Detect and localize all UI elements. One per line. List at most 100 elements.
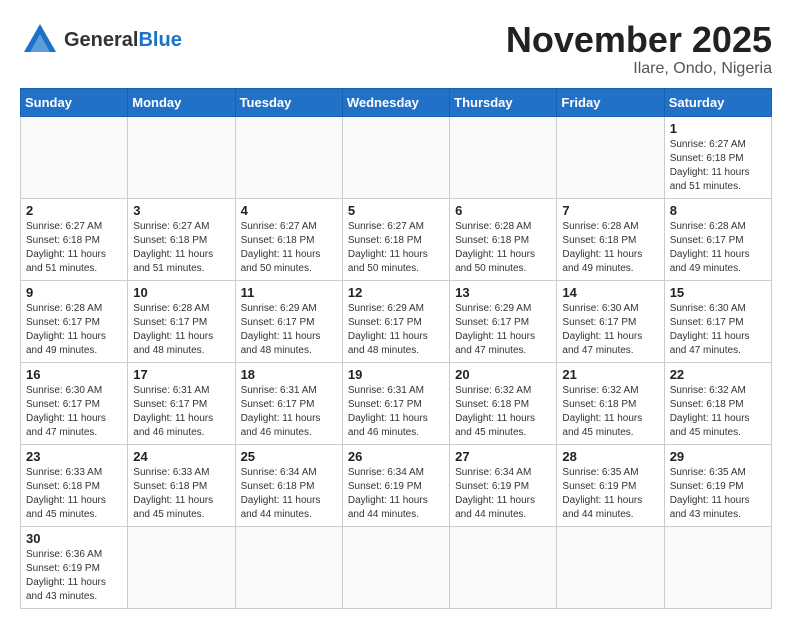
sunset-label: Sunset: 6:18 PM — [348, 235, 422, 246]
sunset-label: Sunset: 6:18 PM — [241, 235, 315, 246]
day-number: 28 — [562, 449, 658, 464]
day-number: 9 — [26, 285, 122, 300]
sunset-label: Sunset: 6:19 PM — [26, 563, 100, 574]
page-header: GeneralBlue November 2025 Ilare, Ondo, N… — [20, 20, 772, 78]
calendar-cell: 9 Sunrise: 6:28 AM Sunset: 6:17 PM Dayli… — [21, 280, 128, 362]
sunrise-label: Sunrise: 6:32 AM — [670, 385, 746, 396]
calendar-table: SundayMondayTuesdayWednesdayThursdayFrid… — [20, 88, 772, 609]
day-number: 14 — [562, 285, 658, 300]
sunset-label: Sunset: 6:18 PM — [455, 235, 529, 246]
day-info: Sunrise: 6:31 AM Sunset: 6:17 PM Dayligh… — [348, 384, 444, 440]
calendar-cell: 16 Sunrise: 6:30 AM Sunset: 6:17 PM Dayl… — [21, 362, 128, 444]
calendar-cell — [557, 116, 664, 198]
daylight-label: Daylight: 11 hours and 46 minutes. — [133, 413, 213, 438]
day-number: 16 — [26, 367, 122, 382]
sunset-label: Sunset: 6:17 PM — [133, 399, 207, 410]
daylight-label: Daylight: 11 hours and 49 minutes. — [562, 249, 642, 274]
day-number: 17 — [133, 367, 229, 382]
calendar-cell: 22 Sunrise: 6:32 AM Sunset: 6:18 PM Dayl… — [664, 362, 771, 444]
calendar-cell: 14 Sunrise: 6:30 AM Sunset: 6:17 PM Dayl… — [557, 280, 664, 362]
day-number: 12 — [348, 285, 444, 300]
sunrise-label: Sunrise: 6:28 AM — [562, 221, 638, 232]
sunrise-label: Sunrise: 6:35 AM — [562, 467, 638, 478]
daylight-label: Daylight: 11 hours and 45 minutes. — [562, 413, 642, 438]
day-info: Sunrise: 6:30 AM Sunset: 6:17 PM Dayligh… — [670, 302, 766, 358]
calendar-week-row: 30 Sunrise: 6:36 AM Sunset: 6:19 PM Dayl… — [21, 526, 772, 608]
calendar-cell — [235, 526, 342, 608]
weekday-header-thursday: Thursday — [450, 88, 557, 116]
calendar-cell: 17 Sunrise: 6:31 AM Sunset: 6:17 PM Dayl… — [128, 362, 235, 444]
location: Ilare, Ondo, Nigeria — [506, 60, 772, 78]
day-number: 22 — [670, 367, 766, 382]
day-info: Sunrise: 6:30 AM Sunset: 6:17 PM Dayligh… — [562, 302, 658, 358]
daylight-label: Daylight: 11 hours and 47 minutes. — [26, 413, 106, 438]
calendar-week-row: 23 Sunrise: 6:33 AM Sunset: 6:18 PM Dayl… — [21, 444, 772, 526]
day-number: 15 — [670, 285, 766, 300]
calendar-cell — [21, 116, 128, 198]
calendar-cell: 8 Sunrise: 6:28 AM Sunset: 6:17 PM Dayli… — [664, 198, 771, 280]
day-number: 1 — [670, 121, 766, 136]
calendar-cell: 6 Sunrise: 6:28 AM Sunset: 6:18 PM Dayli… — [450, 198, 557, 280]
day-info: Sunrise: 6:33 AM Sunset: 6:18 PM Dayligh… — [133, 466, 229, 522]
day-info: Sunrise: 6:30 AM Sunset: 6:17 PM Dayligh… — [26, 384, 122, 440]
sunrise-label: Sunrise: 6:29 AM — [455, 303, 531, 314]
calendar-cell: 10 Sunrise: 6:28 AM Sunset: 6:17 PM Dayl… — [128, 280, 235, 362]
sunset-label: Sunset: 6:18 PM — [562, 399, 636, 410]
day-info: Sunrise: 6:28 AM Sunset: 6:17 PM Dayligh… — [26, 302, 122, 358]
calendar-cell: 23 Sunrise: 6:33 AM Sunset: 6:18 PM Dayl… — [21, 444, 128, 526]
calendar-cell: 3 Sunrise: 6:27 AM Sunset: 6:18 PM Dayli… — [128, 198, 235, 280]
sunset-label: Sunset: 6:18 PM — [133, 481, 207, 492]
calendar-cell: 13 Sunrise: 6:29 AM Sunset: 6:17 PM Dayl… — [450, 280, 557, 362]
sunset-label: Sunset: 6:18 PM — [562, 235, 636, 246]
title-block: November 2025 Ilare, Ondo, Nigeria — [506, 20, 772, 78]
daylight-label: Daylight: 11 hours and 51 minutes. — [26, 249, 106, 274]
sunset-label: Sunset: 6:17 PM — [562, 317, 636, 328]
sunrise-label: Sunrise: 6:33 AM — [133, 467, 209, 478]
logo-icon — [20, 20, 60, 60]
sunrise-label: Sunrise: 6:28 AM — [133, 303, 209, 314]
sunset-label: Sunset: 6:19 PM — [455, 481, 529, 492]
daylight-label: Daylight: 11 hours and 49 minutes. — [670, 249, 750, 274]
calendar-cell: 28 Sunrise: 6:35 AM Sunset: 6:19 PM Dayl… — [557, 444, 664, 526]
daylight-label: Daylight: 11 hours and 45 minutes. — [455, 413, 535, 438]
day-info: Sunrise: 6:35 AM Sunset: 6:19 PM Dayligh… — [562, 466, 658, 522]
day-number: 7 — [562, 203, 658, 218]
sunrise-label: Sunrise: 6:35 AM — [670, 467, 746, 478]
sunrise-label: Sunrise: 6:30 AM — [670, 303, 746, 314]
day-info: Sunrise: 6:29 AM Sunset: 6:17 PM Dayligh… — [455, 302, 551, 358]
daylight-label: Daylight: 11 hours and 48 minutes. — [348, 331, 428, 356]
day-info: Sunrise: 6:34 AM Sunset: 6:18 PM Dayligh… — [241, 466, 337, 522]
calendar-cell — [128, 526, 235, 608]
weekday-header-tuesday: Tuesday — [235, 88, 342, 116]
daylight-label: Daylight: 11 hours and 45 minutes. — [26, 495, 106, 520]
calendar-cell — [450, 526, 557, 608]
sunset-label: Sunset: 6:17 PM — [241, 317, 315, 328]
day-number: 27 — [455, 449, 551, 464]
daylight-label: Daylight: 11 hours and 43 minutes. — [670, 495, 750, 520]
day-number: 5 — [348, 203, 444, 218]
day-number: 6 — [455, 203, 551, 218]
daylight-label: Daylight: 11 hours and 44 minutes. — [241, 495, 321, 520]
day-info: Sunrise: 6:32 AM Sunset: 6:18 PM Dayligh… — [455, 384, 551, 440]
calendar-cell — [235, 116, 342, 198]
sunrise-label: Sunrise: 6:32 AM — [562, 385, 638, 396]
sunrise-label: Sunrise: 6:31 AM — [241, 385, 317, 396]
day-info: Sunrise: 6:29 AM Sunset: 6:17 PM Dayligh… — [241, 302, 337, 358]
day-number: 23 — [26, 449, 122, 464]
sunset-label: Sunset: 6:18 PM — [26, 481, 100, 492]
day-number: 30 — [26, 531, 122, 546]
day-info: Sunrise: 6:27 AM Sunset: 6:18 PM Dayligh… — [348, 220, 444, 276]
sunset-label: Sunset: 6:17 PM — [26, 399, 100, 410]
daylight-label: Daylight: 11 hours and 46 minutes. — [348, 413, 428, 438]
sunrise-label: Sunrise: 6:29 AM — [241, 303, 317, 314]
day-info: Sunrise: 6:27 AM Sunset: 6:18 PM Dayligh… — [670, 138, 766, 194]
sunrise-label: Sunrise: 6:27 AM — [670, 139, 746, 150]
day-info: Sunrise: 6:36 AM Sunset: 6:19 PM Dayligh… — [26, 548, 122, 604]
day-number: 18 — [241, 367, 337, 382]
day-info: Sunrise: 6:32 AM Sunset: 6:18 PM Dayligh… — [670, 384, 766, 440]
day-info: Sunrise: 6:32 AM Sunset: 6:18 PM Dayligh… — [562, 384, 658, 440]
sunset-label: Sunset: 6:17 PM — [348, 317, 422, 328]
day-number: 20 — [455, 367, 551, 382]
day-number: 24 — [133, 449, 229, 464]
calendar-cell: 29 Sunrise: 6:35 AM Sunset: 6:19 PM Dayl… — [664, 444, 771, 526]
